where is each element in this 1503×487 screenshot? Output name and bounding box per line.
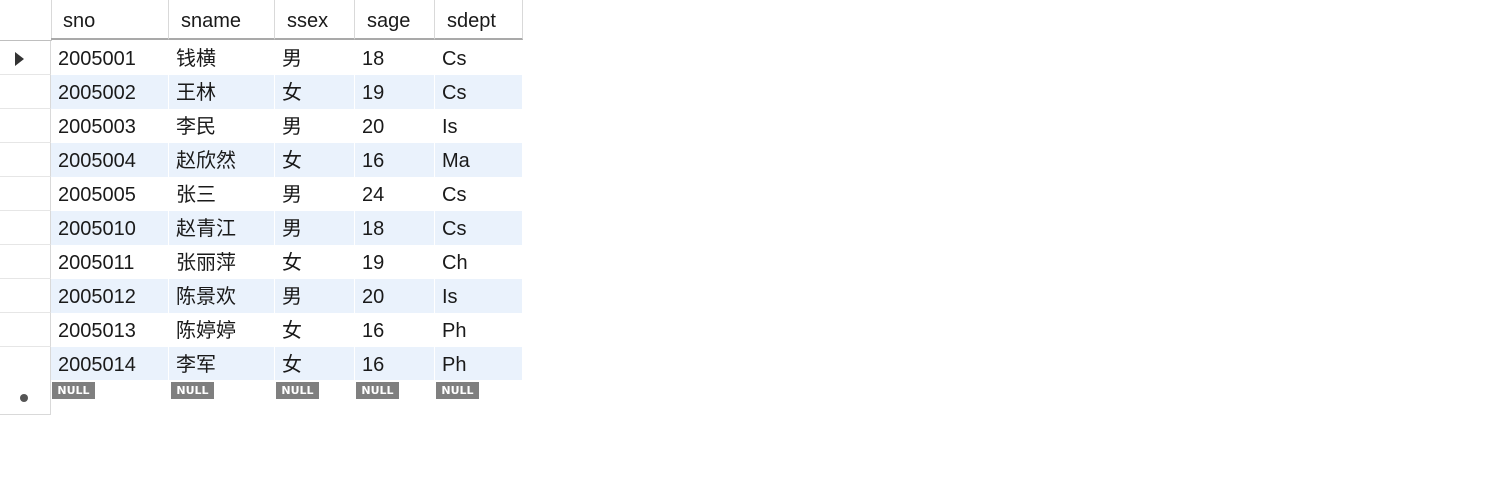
cell-sdept[interactable]: Ph	[435, 347, 523, 381]
cell-sdept[interactable]: Cs	[435, 41, 523, 75]
cell-sname[interactable]: 王林	[169, 75, 275, 109]
column-header-sage[interactable]: sage	[355, 0, 435, 40]
cell-sno[interactable]: 2005005	[51, 177, 169, 211]
cell-sdept[interactable]: Is	[435, 279, 523, 313]
cell-sdept[interactable]: Cs	[435, 75, 523, 109]
cell-sage[interactable]: 19	[355, 75, 435, 109]
cell-sdept[interactable]: Cs	[435, 211, 523, 245]
cell-sage[interactable]: 16	[355, 313, 435, 347]
cell-sno[interactable]: 2005003	[51, 109, 169, 143]
cell-sage[interactable]: 16	[355, 143, 435, 177]
row-selector[interactable]	[0, 109, 51, 143]
null-badge-sno[interactable]: NULL	[52, 382, 95, 399]
cell-sdept[interactable]: Is	[435, 109, 523, 143]
table-row[interactable]: 2005013 陈婷婷女 16 Ph	[51, 313, 523, 347]
cell-sno[interactable]: 2005004	[51, 143, 169, 177]
row-selector[interactable]	[0, 245, 51, 279]
row-selector[interactable]	[0, 211, 51, 245]
new-row-marker-icon	[20, 394, 28, 402]
cell-sage[interactable]: 20	[355, 109, 435, 143]
new-row[interactable]: NULL NULL NULL NULL NULL	[51, 380, 523, 416]
cell-sage[interactable]: 19	[355, 245, 435, 279]
column-header-sdept[interactable]: sdept	[435, 0, 523, 40]
cell-ssex[interactable]: 男	[275, 109, 355, 143]
null-badge-sname[interactable]: NULL	[171, 382, 214, 399]
current-row-arrow-icon	[15, 52, 24, 66]
cell-sname[interactable]: 陈婷婷	[169, 313, 275, 347]
cell-sdept[interactable]: Ma	[435, 143, 523, 177]
null-badge-sdept[interactable]: NULL	[436, 382, 479, 399]
cell-sname[interactable]: 钱横	[169, 41, 275, 75]
cell-sname[interactable]: 李军	[169, 347, 275, 381]
cell-ssex[interactable]: 女	[275, 245, 355, 279]
cell-sdept[interactable]: Cs	[435, 177, 523, 211]
cell-ssex[interactable]: 男	[275, 177, 355, 211]
cell-sname[interactable]: 赵欣然	[169, 143, 275, 177]
grid-header: sno sname ssex sage sdept	[0, 0, 523, 41]
null-badge-sage[interactable]: NULL	[356, 382, 399, 399]
cell-sname[interactable]: 张三	[169, 177, 275, 211]
cell-ssex[interactable]: 女	[275, 75, 355, 109]
cell-sno[interactable]: 2005002	[51, 75, 169, 109]
table-row[interactable]: 2005014 李军女 16 Ph	[51, 347, 523, 381]
grid-corner[interactable]	[0, 0, 52, 41]
cell-sage[interactable]: 18	[355, 211, 435, 245]
row-selector[interactable]	[0, 41, 51, 75]
column-header-sname[interactable]: sname	[169, 0, 275, 40]
null-badge-ssex[interactable]: NULL	[276, 382, 319, 399]
table-row[interactable]: 2005011 张丽萍女 19 Ch	[51, 245, 523, 279]
cell-sage[interactable]: 24	[355, 177, 435, 211]
table-row[interactable]: 2005005 张三男 24 Cs	[51, 177, 523, 211]
table-row[interactable]: 2005004 赵欣然女 16 Ma	[51, 143, 523, 177]
cell-sname[interactable]: 张丽萍	[169, 245, 275, 279]
table-row[interactable]: 2005010 赵青江男 18 Cs	[51, 211, 523, 245]
cell-sno[interactable]: 2005001	[51, 41, 169, 75]
cell-sage[interactable]: 20	[355, 279, 435, 313]
cell-sno[interactable]: 2005011	[51, 245, 169, 279]
cell-sname[interactable]: 陈景欢	[169, 279, 275, 313]
column-header-sno[interactable]: sno	[51, 0, 169, 40]
row-selector[interactable]	[0, 143, 51, 177]
cell-sage[interactable]: 16	[355, 347, 435, 381]
row-selector[interactable]	[0, 75, 51, 109]
cell-sdept[interactable]: Ch	[435, 245, 523, 279]
table-row[interactable]: 2005002 王林女 19 Cs	[51, 75, 523, 109]
cell-ssex[interactable]: 男	[275, 279, 355, 313]
row-selector[interactable]	[0, 347, 51, 381]
cell-ssex[interactable]: 男	[275, 211, 355, 245]
cell-sno[interactable]: 2005010	[51, 211, 169, 245]
cell-ssex[interactable]: 男	[275, 41, 355, 75]
table-row[interactable]: 2005012 陈景欢男 20 Is	[51, 279, 523, 313]
row-selector[interactable]	[0, 279, 51, 313]
cell-sname[interactable]: 李民	[169, 109, 275, 143]
cell-ssex[interactable]: 女	[275, 313, 355, 347]
cell-ssex[interactable]: 女	[275, 347, 355, 381]
row-selector[interactable]	[0, 177, 51, 211]
cell-sname[interactable]: 赵青江	[169, 211, 275, 245]
cell-sno[interactable]: 2005013	[51, 313, 169, 347]
cell-sno[interactable]: 2005012	[51, 279, 169, 313]
table-row[interactable]: 2005001 钱横男 18 Cs	[51, 41, 523, 75]
column-header-ssex[interactable]: ssex	[275, 0, 355, 40]
row-selector[interactable]	[0, 313, 51, 347]
cell-sno[interactable]: 2005014	[51, 347, 169, 381]
table-row[interactable]: 2005003 李民男 20 Is	[51, 109, 523, 143]
grid-bottom-divider	[0, 414, 52, 415]
cell-sdept[interactable]: Ph	[435, 313, 523, 347]
cell-sage[interactable]: 18	[355, 41, 435, 75]
cell-ssex[interactable]: 女	[275, 143, 355, 177]
new-row-selector[interactable]	[0, 380, 51, 415]
